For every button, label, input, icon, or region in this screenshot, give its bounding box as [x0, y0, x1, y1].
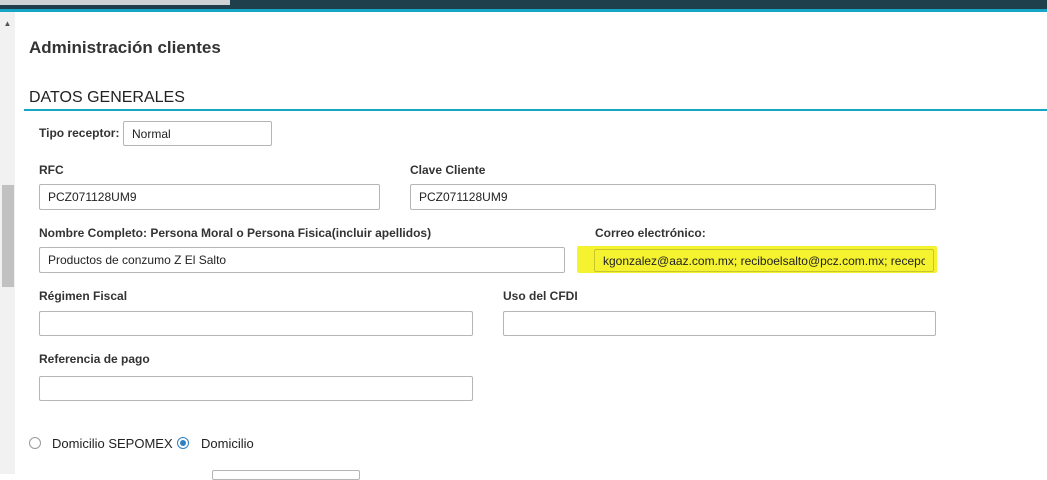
domicilio-sepomex-radio[interactable]: [29, 437, 41, 449]
domicilio-sepomex-label: Domicilio SEPOMEX: [52, 436, 173, 451]
tipo-receptor-input[interactable]: [123, 121, 272, 146]
top-bar-tab: [0, 0, 230, 5]
referencia-pago-input[interactable]: [39, 376, 473, 401]
regimen-fiscal-input[interactable]: [39, 311, 473, 336]
page-title: Administración clientes: [29, 38, 221, 57]
scroll-up-icon[interactable]: ▲: [0, 17, 15, 31]
domicilio-radio[interactable]: [177, 437, 189, 449]
regimen-fiscal-label: Régimen Fiscal: [39, 289, 128, 303]
top-bar: [0, 0, 1047, 9]
clave-cliente-label: Clave Cliente: [410, 163, 486, 177]
domicilio-partial-input[interactable]: [212, 470, 360, 480]
scrollbar-thumb[interactable]: [2, 185, 14, 287]
uso-cfdi-label: Uso del CFDI: [503, 289, 578, 303]
nombre-completo-input[interactable]: [39, 247, 565, 273]
rfc-input[interactable]: [39, 184, 380, 210]
tipo-receptor-label: Tipo receptor:: [39, 126, 120, 140]
correo-label: Correo electrónico:: [595, 226, 706, 240]
email-input[interactable]: [594, 249, 934, 272]
nombre-completo-label: Nombre Completo: Persona Moral o Persona…: [39, 226, 432, 240]
top-accent-line: [0, 9, 1047, 12]
rfc-label: RFC: [39, 163, 64, 177]
domicilio-label: Domicilio: [201, 436, 254, 451]
clave-cliente-input[interactable]: [410, 184, 936, 210]
section-divider: [24, 109, 1047, 111]
uso-cfdi-input[interactable]: [503, 311, 936, 336]
section-title: DATOS GENERALES: [29, 89, 185, 106]
referencia-pago-label: Referencia de pago: [39, 352, 150, 366]
